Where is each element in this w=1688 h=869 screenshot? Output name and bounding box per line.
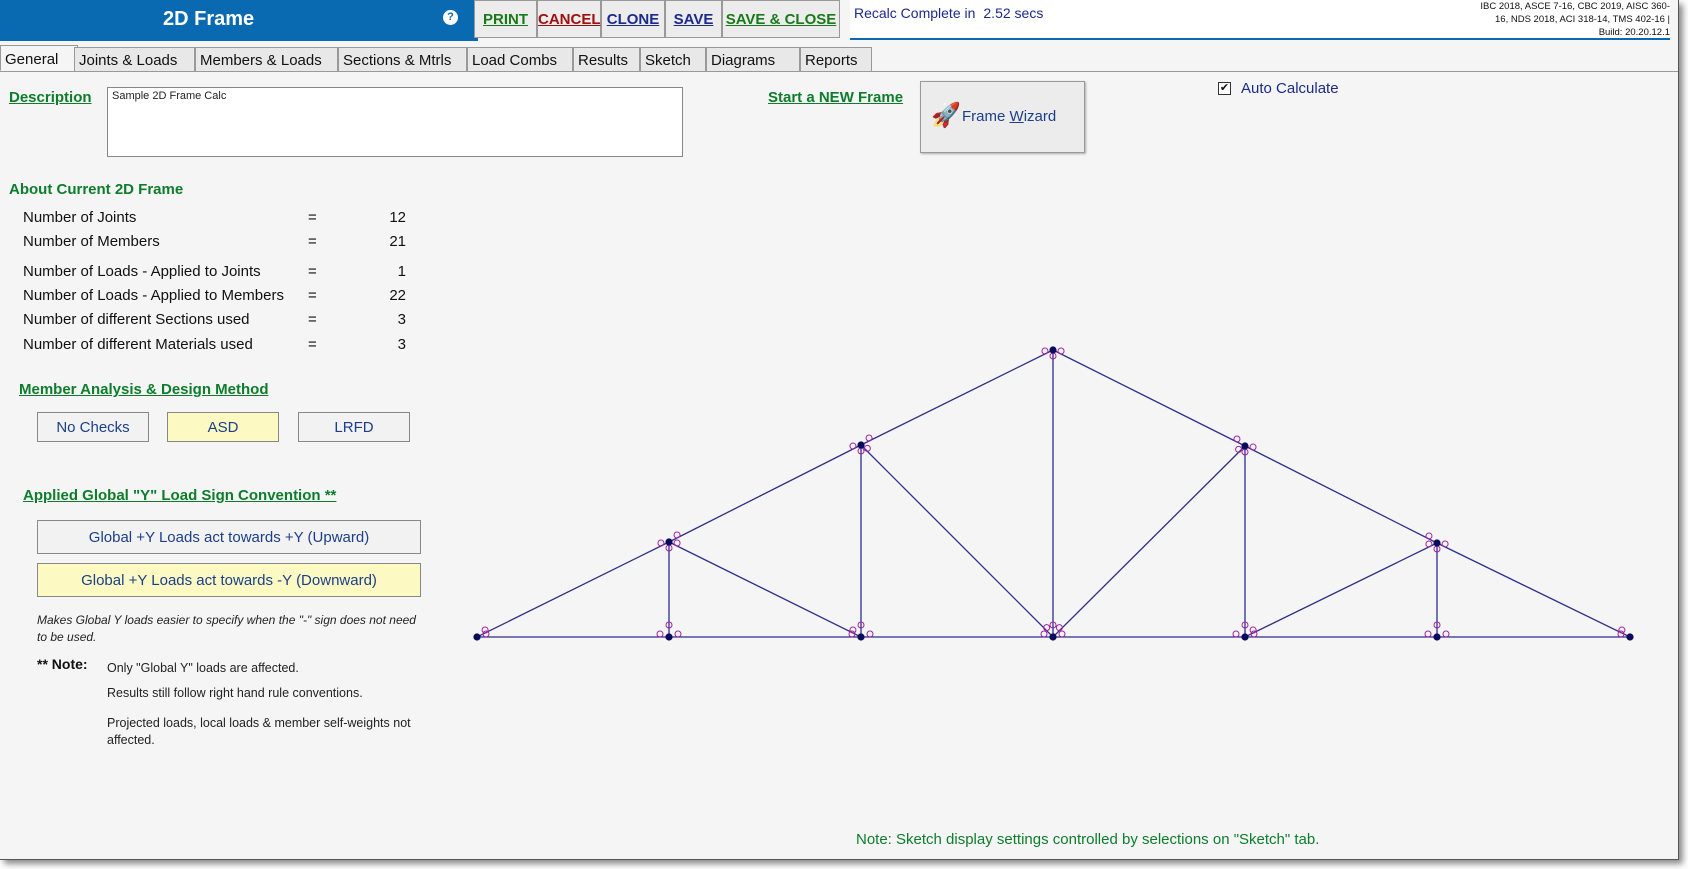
joint-node[interactable] [665,633,673,641]
joint-node[interactable] [1626,633,1634,641]
joint-node[interactable] [1433,539,1441,547]
truss-member [668,541,862,638]
hinge-marker [1441,540,1449,548]
hinge-marker [673,531,681,539]
hinge-marker [849,442,857,450]
joint-node[interactable] [857,441,865,449]
hinge-marker [1442,630,1450,638]
truss-member [1244,445,1438,544]
hinge-marker [1232,630,1240,638]
hinge-marker [656,630,664,638]
sketch-note: Note: Sketch display settings controlled… [856,831,1320,848]
hinge-marker [657,539,665,547]
joint-node[interactable] [1241,633,1249,641]
joint-node[interactable] [665,538,673,546]
hinge-marker [1041,347,1049,355]
hinge-marker [673,539,681,547]
joint-node[interactable] [1049,346,1057,354]
truss-member [860,444,1054,638]
hinge-marker [481,626,489,634]
joint-node[interactable] [473,633,481,641]
hinge-marker [1249,443,1257,451]
hinge-marker [1425,532,1433,540]
truss-member [1244,542,1438,638]
hinge-marker [1040,630,1048,638]
frame-sketch [473,346,1634,641]
truss-member [668,444,862,543]
hinge-marker [865,434,873,442]
truss-member [1052,349,1246,447]
hinge-marker [1233,435,1241,443]
joint-node[interactable] [1049,633,1057,641]
hinge-marker [849,626,857,634]
hinge-marker [1618,626,1626,634]
truss-member [1436,542,1631,638]
hinge-marker [1057,347,1065,355]
truss-member [1052,445,1246,638]
hinge-marker [1249,626,1257,634]
hinge-marker [1425,540,1433,548]
truss-member [476,541,670,638]
hinge-marker [866,630,874,638]
hinge-marker [1424,630,1432,638]
truss-member [860,349,1054,446]
joint-node[interactable] [1241,442,1249,450]
joint-node[interactable] [1433,633,1441,641]
joint-node[interactable] [857,633,865,641]
app-window: 2D Frame ? PRINT CANCEL CLONE SAVE SAVE … [0,0,1679,860]
hinge-marker [674,630,682,638]
hinge-marker [1058,630,1066,638]
